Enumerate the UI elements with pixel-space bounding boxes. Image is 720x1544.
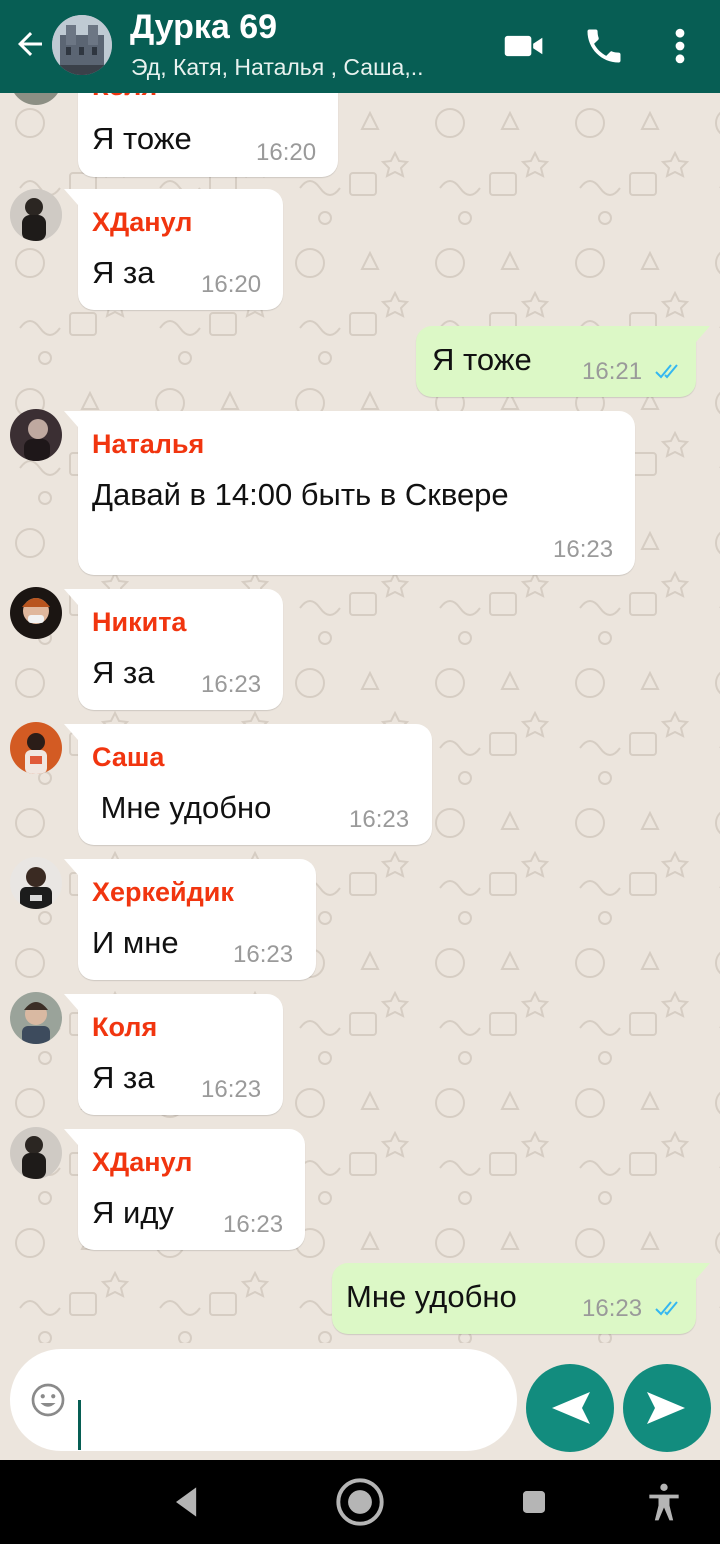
message-bubble[interactable]: Никита Я за 16:23 bbox=[64, 589, 283, 710]
message-time: 16:23 bbox=[233, 941, 294, 968]
avatar[interactable] bbox=[10, 409, 62, 461]
message-bubble[interactable]: Наталья Давай в 14:00 быть в Сквере 16:2… bbox=[64, 411, 635, 575]
message-bubble-outgoing[interactable]: Мне удобно 16:23 bbox=[332, 1263, 710, 1334]
message-input[interactable] bbox=[78, 1400, 81, 1450]
message-text: Я тоже bbox=[92, 121, 192, 156]
message-input-bar[interactable] bbox=[10, 1349, 517, 1451]
sender-name: Никита bbox=[92, 607, 187, 637]
message-time: 16:23 bbox=[201, 1076, 262, 1103]
sender-name: Саша bbox=[92, 742, 165, 772]
message-time: 16:21 bbox=[582, 358, 643, 385]
avatar[interactable] bbox=[10, 587, 62, 639]
avatar[interactable] bbox=[10, 1127, 62, 1179]
avatar[interactable] bbox=[10, 992, 62, 1044]
message-time: 16:23 bbox=[349, 806, 410, 833]
group-avatar[interactable] bbox=[52, 15, 112, 75]
message-time: 16:23 bbox=[582, 1295, 643, 1322]
message-time: 16:20 bbox=[201, 271, 262, 298]
read-ticks-icon bbox=[655, 364, 678, 379]
nav-back-icon[interactable] bbox=[165, 1480, 209, 1524]
more-vert-icon[interactable] bbox=[664, 24, 696, 68]
message-time: 16:20 bbox=[256, 139, 317, 166]
back-arrow-icon[interactable] bbox=[12, 26, 48, 62]
accessibility-icon[interactable] bbox=[642, 1480, 686, 1524]
message-text: Я тоже bbox=[432, 342, 532, 377]
message-bubble[interactable]: Коля Я тоже 16:20 bbox=[78, 93, 338, 177]
video-call-icon[interactable] bbox=[502, 24, 546, 68]
left-send-button[interactable] bbox=[526, 1364, 614, 1452]
message-text: Я за bbox=[92, 255, 155, 290]
sender-name: Коля bbox=[92, 93, 157, 102]
system-navbar bbox=[0, 1460, 720, 1544]
message-time: 16:23 bbox=[201, 671, 262, 698]
chat-members[interactable]: Эд, Катя, Наталья , Саша,.. bbox=[131, 54, 424, 81]
message-bubble[interactable]: Коля Я за 16:23 bbox=[64, 994, 283, 1115]
avatar[interactable] bbox=[10, 722, 62, 774]
sender-name: Херкейдик bbox=[92, 877, 234, 907]
avatar[interactable] bbox=[10, 189, 62, 241]
message-text: И мне bbox=[92, 925, 179, 960]
chat-title[interactable]: Дурка 69 bbox=[130, 8, 277, 47]
message-text: Я за bbox=[92, 655, 155, 690]
avatar[interactable] bbox=[10, 857, 62, 909]
message-bubble[interactable]: Херкейдик И мне 16:23 bbox=[64, 859, 316, 980]
message-list[interactable]: Коля Я тоже 16:20 ХДанул Я за 16:20 Я то… bbox=[0, 93, 720, 1343]
message-bubble[interactable]: Саша Мне удобно 16:23 bbox=[64, 724, 432, 845]
emoji-icon[interactable] bbox=[30, 1382, 66, 1418]
send-icon bbox=[647, 1392, 685, 1424]
message-bubble-outgoing[interactable]: Я тоже 16:21 bbox=[416, 326, 710, 397]
message-bubble[interactable]: ХДанул Я за 16:20 bbox=[64, 189, 283, 310]
message-text: Мне удобно bbox=[92, 790, 272, 825]
sender-name: ХДанул bbox=[92, 1147, 193, 1177]
chat-header: Дурка 69 Эд, Катя, Наталья , Саша,.. bbox=[0, 0, 720, 93]
message-text: Я за bbox=[92, 1060, 155, 1095]
read-ticks-icon bbox=[655, 1301, 678, 1316]
sender-name: ХДанул bbox=[92, 207, 193, 237]
left-send-icon bbox=[552, 1392, 590, 1424]
nav-recents-icon[interactable] bbox=[512, 1480, 556, 1524]
sender-name: Коля bbox=[92, 1012, 158, 1042]
message-text: Мне удобно bbox=[346, 1279, 517, 1314]
sender-name: Наталья bbox=[92, 429, 205, 459]
send-button[interactable] bbox=[623, 1364, 711, 1452]
phone-icon[interactable] bbox=[582, 24, 626, 68]
message-text: Я иду bbox=[92, 1195, 174, 1230]
message-time: 16:23 bbox=[223, 1211, 284, 1238]
message-time: 16:23 bbox=[553, 536, 614, 563]
message-bubble[interactable]: ХДанул Я иду 16:23 bbox=[64, 1129, 305, 1250]
message-text: Давай в 14:00 быть в Сквере bbox=[92, 477, 509, 512]
nav-home-icon[interactable] bbox=[334, 1476, 386, 1528]
